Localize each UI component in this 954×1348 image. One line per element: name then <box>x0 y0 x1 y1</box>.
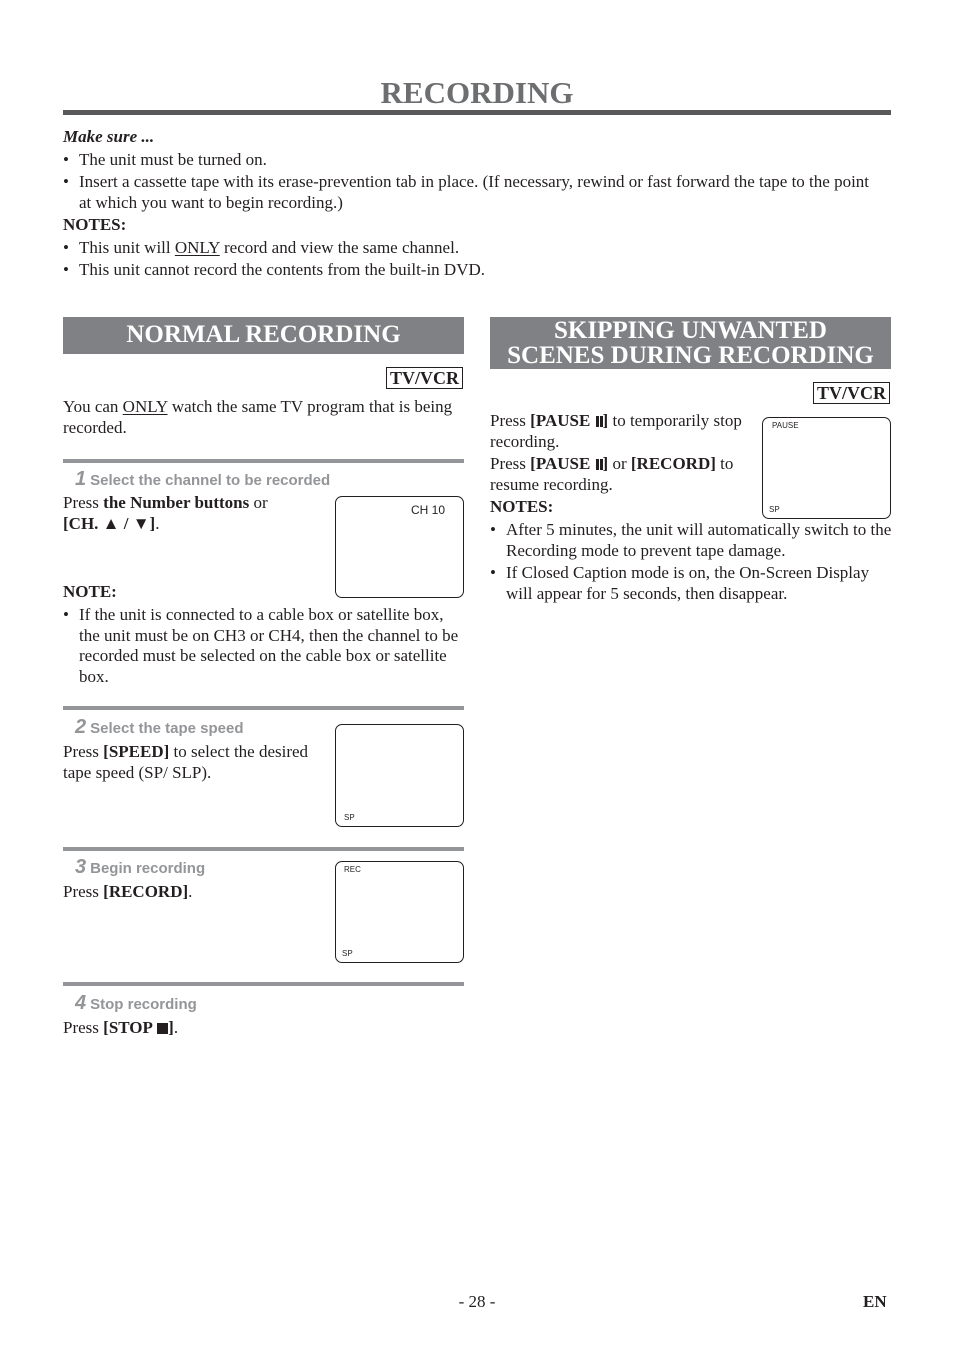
skipping-heading: SKIPPING UNWANTED SCENES DURING RECORDIN… <box>490 317 891 369</box>
osd-tape-speed: SP <box>769 505 780 514</box>
instruction-text: Press <box>63 493 104 512</box>
instruction-text: Press <box>490 411 531 430</box>
instruction-text: Press <box>490 454 531 473</box>
button-name: the Number buttons <box>103 493 250 512</box>
page-title: RECORDING <box>380 75 574 110</box>
osd-channel: CH 10 <box>410 503 445 517</box>
osd-rec-indicator: REC <box>344 865 361 874</box>
note-item: This unit cannot record the contents fro… <box>63 260 891 281</box>
tv-screen-illustration: PAUSE SP <box>762 417 891 519</box>
tv-screen-illustration: REC SP <box>335 861 464 963</box>
step-3-heading: 3 Begin recording <box>75 857 205 879</box>
language-label: EN <box>863 1292 887 1311</box>
step-title: Stop recording <box>90 996 197 1013</box>
step-title: Select the tape speed <box>90 720 244 737</box>
tv-screen-illustration: SP <box>335 724 464 827</box>
notes-label: NOTES: <box>490 497 554 516</box>
step-title: Select the channel to be recorded <box>90 472 331 489</box>
note-text: After 5 minutes, the unit will automatic… <box>506 520 892 560</box>
instruction-text: or <box>249 493 268 512</box>
heading-line: SKIPPING UNWANTED <box>554 317 827 344</box>
make-sure-item: The unit must be turned on. <box>63 150 891 171</box>
button-name: [CH. ▲ / ▼] <box>63 513 156 533</box>
tv-screen-illustration: CH 10 <box>335 496 464 598</box>
step-number: 4 <box>75 992 87 1014</box>
button-name: [RECORD] <box>103 882 189 901</box>
step-3-instruction: Press [RECORD]. <box>63 882 192 903</box>
normal-recording-intro: You can ONLY watch the same TV program t… <box>63 397 458 438</box>
tv-vcr-badge: TV/VCR <box>812 382 890 404</box>
osd-tape-speed: SP <box>342 949 353 958</box>
normal-recording-heading: NORMAL RECORDING <box>63 317 464 354</box>
button-name: [PAUSE <box>530 454 591 473</box>
note-item: After 5 minutes, the unit will automatic… <box>490 520 892 561</box>
instruction-text: Press <box>63 882 104 901</box>
heading-line: SCENES DURING RECORDING <box>507 342 874 369</box>
instruction-text: Press <box>63 742 104 761</box>
step-title: Begin recording <box>90 860 206 877</box>
note-text: This unit will <box>79 237 175 257</box>
tv-vcr-badge: TV/VCR <box>385 367 463 389</box>
step-divider <box>63 847 464 851</box>
step-number: 1 <box>75 468 87 490</box>
button-name: [SPEED] <box>103 742 170 761</box>
notes-label: NOTES: <box>63 215 127 234</box>
button-name: [PAUSE <box>530 411 591 430</box>
step-divider <box>63 706 464 710</box>
step-2-heading: 2 Select the tape speed <box>75 717 244 739</box>
pause-icon <box>595 459 599 470</box>
page-number: - 28 - <box>458 1292 496 1311</box>
step-4-heading: 4 Stop recording <box>75 993 197 1015</box>
title-divider <box>63 110 891 115</box>
step-4-instruction: Press [STOP ]. <box>63 1018 178 1039</box>
note-item: This unit will ONLY record and view the … <box>63 238 891 259</box>
make-sure-label: Make sure ... <box>63 127 155 146</box>
instruction-text: or <box>608 454 631 473</box>
step-number: 2 <box>75 716 87 738</box>
step-1-heading: 1 Select the channel to be recorded <box>75 469 330 491</box>
resume-instruction: Press [PAUSE ] or [RECORD] to resume rec… <box>490 454 734 494</box>
instruction-text: . <box>155 513 160 533</box>
intro-emphasis: ONLY <box>122 397 168 416</box>
step-number: 3 <box>75 856 87 878</box>
note-item: If the unit is connected to a cable box … <box>63 605 459 687</box>
step-divider <box>63 982 464 986</box>
instruction-text: . <box>188 882 193 901</box>
osd-tape-speed: SP <box>344 813 355 822</box>
pause-icon <box>595 416 599 427</box>
note-item: If Closed Caption mode is on, the On-Scr… <box>490 563 892 604</box>
pause-instruction: Press [PAUSE ] to temporarily stop recor… <box>490 411 742 451</box>
note-text: record and view the same channel. <box>219 237 460 257</box>
intro-text: You can <box>63 397 123 416</box>
stop-icon <box>157 1023 169 1034</box>
step-divider <box>63 459 464 463</box>
skipping-notes: After 5 minutes, the unit will automatic… <box>490 520 892 604</box>
note-label: NOTE: <box>63 582 117 601</box>
make-sure-item: Insert a cassette tape with its erase-pr… <box>63 172 891 213</box>
osd-pause-indicator: PAUSE <box>772 421 799 430</box>
instruction-text: Press <box>63 1018 104 1037</box>
button-name: [RECORD] <box>630 454 716 473</box>
note-emphasis: ONLY <box>174 237 220 257</box>
step-2-instruction: Press [SPEED] to select the desired tape… <box>63 742 335 783</box>
step-1-instruction: Press the Number buttons or [CH. ▲ / ▼]. <box>63 493 333 534</box>
intro-section: Make sure ... The unit must be turned on… <box>63 127 891 281</box>
instruction-text: . <box>173 1018 179 1037</box>
button-name: [STOP <box>103 1018 153 1037</box>
